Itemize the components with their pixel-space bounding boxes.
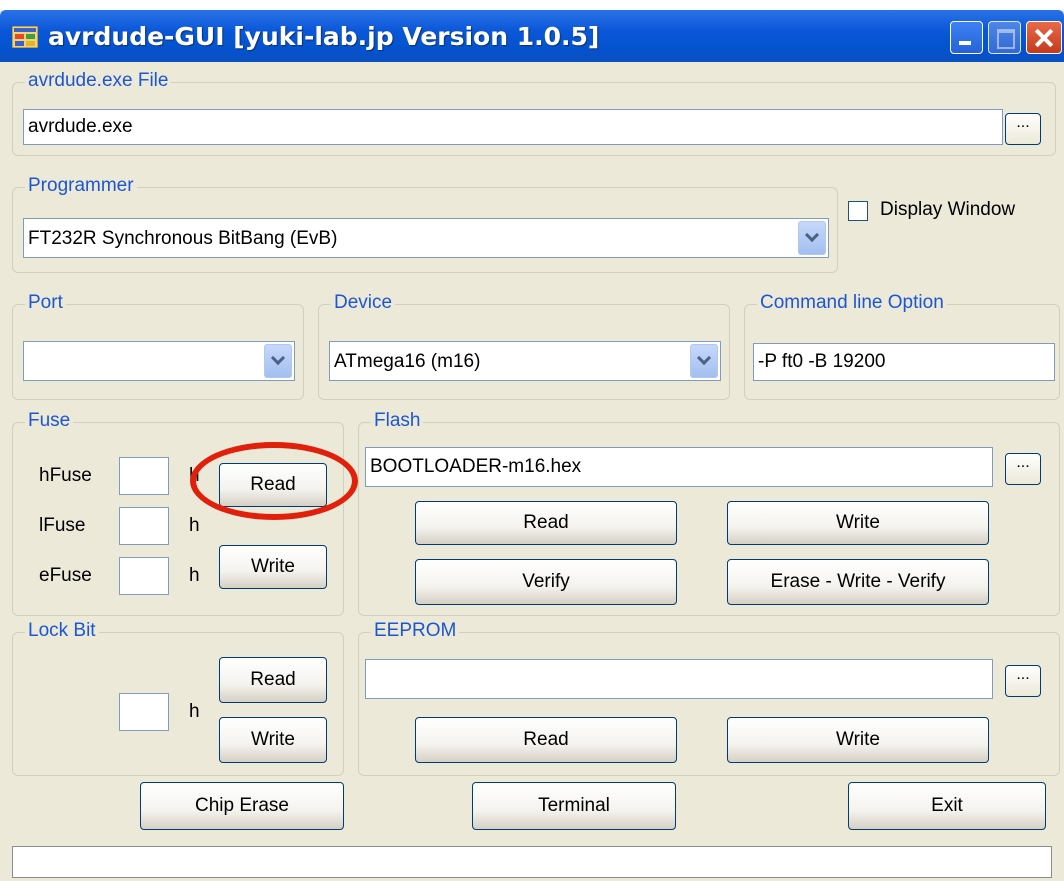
command-line-input[interactable]: -P ft0 -B 19200 (753, 343, 1055, 381)
port-group: Port (12, 292, 304, 400)
efuse-label: eFuse (39, 565, 92, 586)
avrdude-path-input[interactable]: avrdude.exe (23, 109, 1003, 145)
avrdude-file-group: avrdude.exe File avrdude.exe ... (12, 70, 1056, 156)
lfuse-label: lFuse (39, 515, 86, 536)
lfuse-input[interactable] (119, 507, 169, 545)
device-label: Device (331, 292, 396, 314)
flash-label: Flash (371, 410, 424, 432)
eeprom-label: EEPROM (371, 620, 460, 642)
hfuse-input[interactable] (119, 457, 169, 495)
flash-erase-write-verify-button[interactable]: Erase - Write - Verify (727, 559, 989, 605)
fuse-label: Fuse (25, 410, 74, 432)
main-window: avrdude-GUI [yuki-lab.jp Version 1.0.5] … (0, 10, 1064, 881)
chevron-down-icon[interactable] (798, 221, 826, 255)
eeprom-write-button[interactable]: Write (727, 717, 989, 763)
flash-write-button[interactable]: Write (727, 501, 989, 545)
command-line-label: Command line Option (757, 292, 947, 314)
lock-bit-hex-suffix: h (189, 701, 200, 722)
port-label: Port (25, 292, 66, 314)
avrdude-browse-button[interactable]: ... (1005, 113, 1041, 145)
lock-bit-write-button[interactable]: Write (219, 717, 327, 763)
eeprom-browse-button[interactable]: ... (1005, 665, 1041, 697)
hfuse-hex-suffix: h (189, 465, 200, 486)
status-bar (12, 846, 1052, 878)
eeprom-group: EEPROM ... Read Write (358, 620, 1060, 776)
maximize-button[interactable] (988, 21, 1021, 54)
eeprom-file-input[interactable] (365, 659, 993, 699)
eeprom-read-button[interactable]: Read (415, 717, 677, 763)
programmer-selected-value: FT232R Synchronous BitBang (EvB) (28, 228, 338, 249)
fuse-group: Fuse hFuse h lFuse h eFuse h Read Write (12, 410, 344, 616)
close-button[interactable] (1026, 21, 1062, 54)
flash-browse-button[interactable]: ... (1005, 453, 1041, 485)
flash-verify-button[interactable]: Verify (415, 559, 677, 605)
lfuse-hex-suffix: h (189, 515, 200, 536)
flash-read-button[interactable]: Read (415, 501, 677, 545)
window-title: avrdude-GUI [yuki-lab.jp Version 1.0.5] (48, 22, 600, 51)
minimize-button[interactable] (950, 21, 983, 54)
lock-bit-input[interactable] (119, 693, 169, 731)
display-window-label[interactable]: Display Window (880, 199, 1015, 221)
chip-erase-button[interactable]: Chip Erase (140, 782, 344, 830)
port-select[interactable] (23, 341, 295, 381)
command-line-group: Command line Option -P ft0 -B 19200 (744, 292, 1060, 400)
programmer-select[interactable]: FT232R Synchronous BitBang (EvB) (23, 218, 829, 258)
flash-file-input[interactable]: BOOTLOADER-m16.hex (365, 447, 993, 487)
programmer-group: Programmer FT232R Synchronous BitBang (E… (12, 175, 838, 273)
chevron-down-icon[interactable] (264, 344, 292, 378)
efuse-input[interactable] (119, 557, 169, 595)
programmer-label: Programmer (25, 175, 137, 197)
avrdude-file-label: avrdude.exe File (25, 70, 172, 92)
app-icon (12, 26, 38, 48)
chevron-down-icon[interactable] (690, 344, 718, 378)
device-group: Device ATmega16 (m16) (318, 292, 730, 400)
flash-group: Flash BOOTLOADER-m16.hex ... Read Write … (358, 410, 1060, 616)
lock-bit-label: Lock Bit (25, 620, 99, 642)
exit-button[interactable]: Exit (848, 782, 1046, 830)
terminal-button[interactable]: Terminal (472, 782, 676, 830)
lock-bit-group: Lock Bit h Read Write (12, 620, 344, 776)
display-window-checkbox[interactable] (848, 201, 868, 221)
device-select[interactable]: ATmega16 (m16) (329, 341, 721, 381)
lock-bit-read-button[interactable]: Read (219, 657, 327, 703)
fuse-write-button[interactable]: Write (219, 545, 327, 589)
hfuse-label: hFuse (39, 465, 92, 486)
device-selected-value: ATmega16 (m16) (334, 351, 481, 372)
fuse-read-button[interactable]: Read (219, 463, 327, 507)
title-bar[interactable]: avrdude-GUI [yuki-lab.jp Version 1.0.5] (0, 10, 1064, 62)
efuse-hex-suffix: h (189, 565, 200, 586)
